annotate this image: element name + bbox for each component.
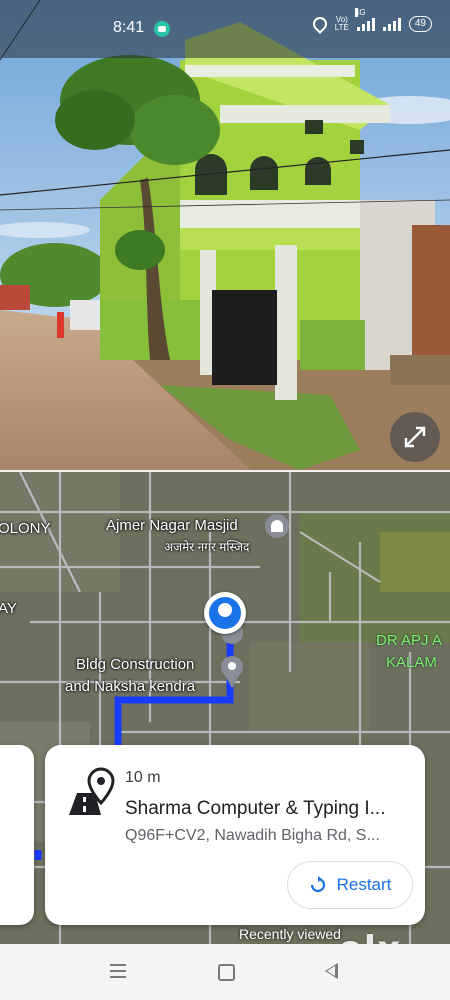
map-label-apj-line1: DR APJ A (376, 632, 442, 649)
home-icon[interactable] (218, 964, 235, 981)
location-icon (309, 14, 330, 34)
previous-card[interactable] (0, 745, 34, 925)
place-address: Q96F+CV2, Nawadih Bigha Rd, S... (125, 827, 380, 844)
signal-icon (382, 17, 401, 31)
status-bar: 8:41 Vo) LTE 4G 49 (0, 0, 450, 58)
restart-button[interactable]: Restart (287, 861, 413, 909)
restart-label: Restart (336, 875, 392, 894)
place-card[interactable]: 10 m Sharma Computer & Typing I... Q96F+… (45, 745, 425, 925)
expand-button[interactable] (390, 412, 440, 462)
battery-icon: 49 (408, 16, 432, 32)
place-distance: 10 m (125, 769, 161, 786)
street-view-photo[interactable] (0, 0, 450, 470)
signal-4g-icon: 4G (354, 8, 375, 31)
map-label-bldg-line1[interactable]: Bldg Construction (76, 656, 194, 673)
map-label-masjid[interactable]: Ajmer Nagar Masjid (106, 517, 238, 534)
messenger-app-icon (154, 21, 170, 37)
status-time: 8:41 (113, 19, 145, 36)
place-title[interactable]: Sharma Computer & Typing I... (125, 798, 386, 820)
roadway-pin-icon (69, 767, 115, 815)
recent-apps-icon[interactable] (110, 964, 126, 982)
map-label-bldg-line2[interactable]: and Naksha kendra (65, 678, 195, 695)
expand-arrows-icon (404, 426, 426, 448)
back-icon[interactable] (325, 963, 338, 979)
map-label-masjid-hindi: अजमेर नगर मस्जिद (164, 540, 250, 554)
street-view-image (0, 0, 450, 470)
battery-level: 49 (414, 18, 426, 29)
recently-viewed-label[interactable]: Recently viewed (239, 926, 341, 942)
restart-icon (310, 876, 325, 893)
system-nav-bar (0, 944, 450, 1000)
map-label-ay: AY (0, 600, 17, 617)
network-type-label: 4G (354, 8, 366, 17)
current-location-pin-icon[interactable] (204, 592, 246, 634)
volte-label: Vo) LTE (334, 15, 349, 32)
map-label-apj-line2: KALAM (386, 654, 437, 671)
status-icons: Vo) LTE 4G 49 (309, 8, 432, 34)
map-label-colony: OLONY (0, 520, 51, 537)
